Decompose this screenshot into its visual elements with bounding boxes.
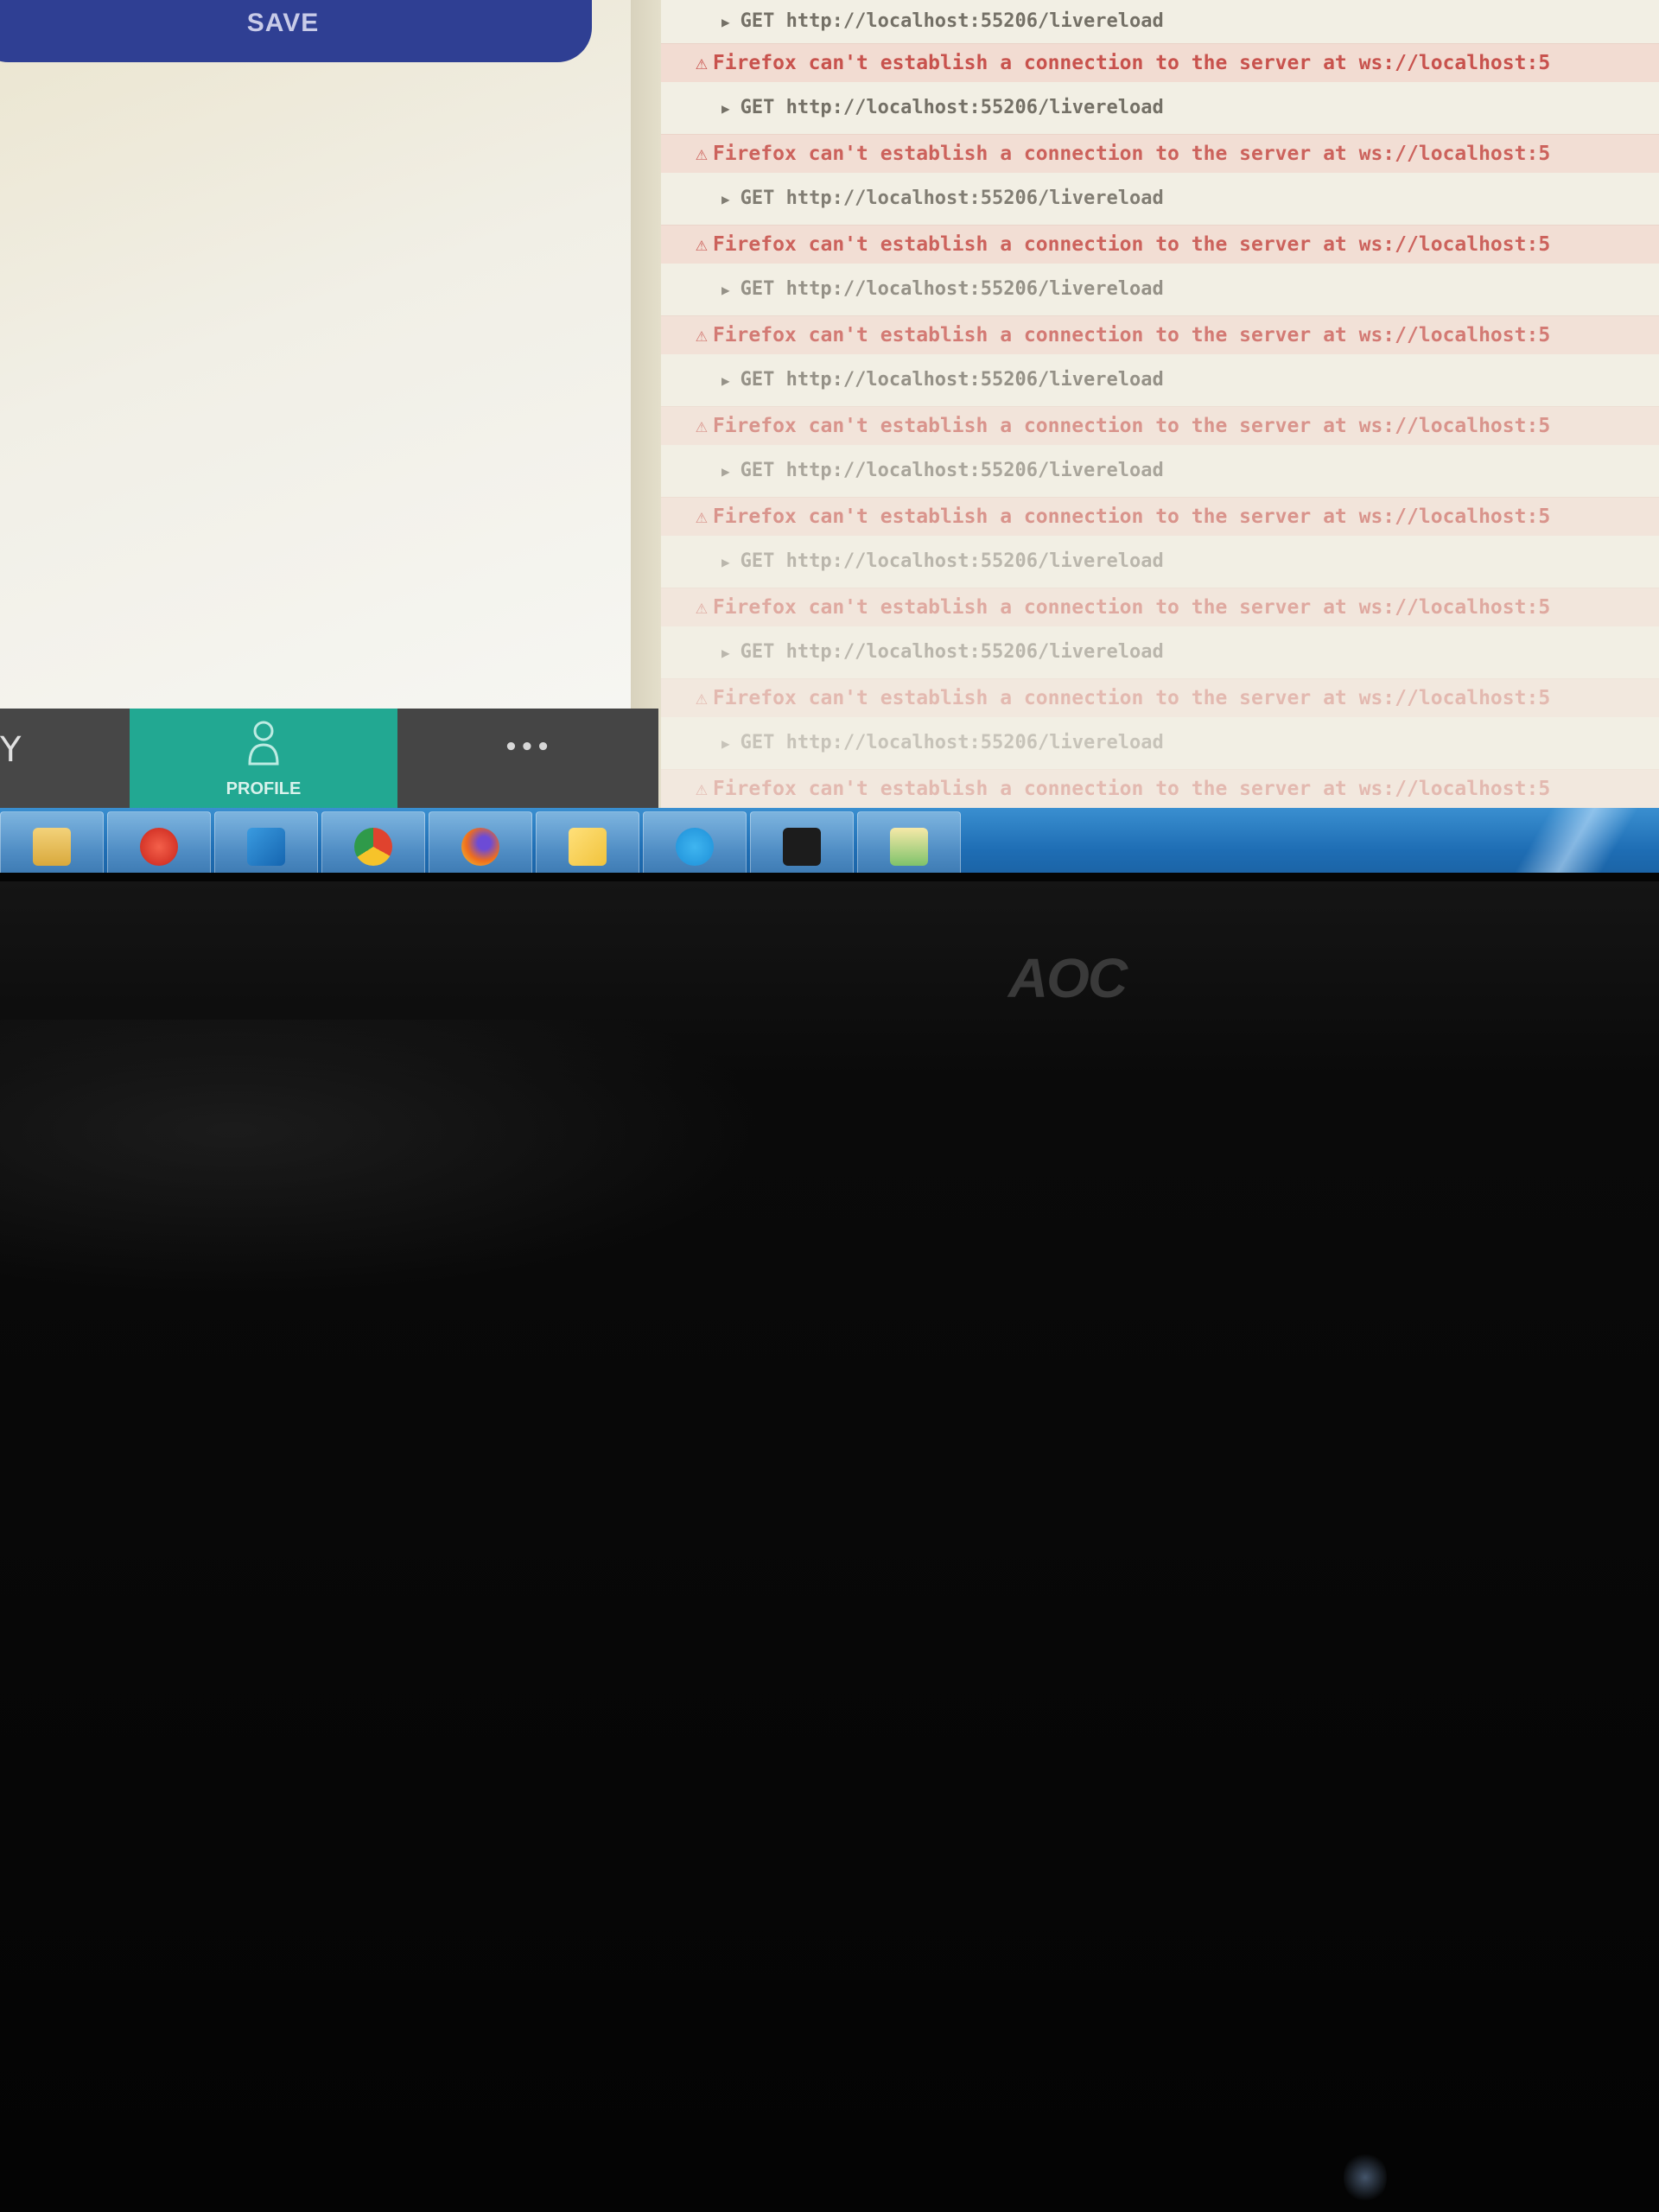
console-error-text: Firefox can't establish a connection to … [712,778,1551,800]
pane-divider[interactable] [631,0,661,812]
expand-caret-icon[interactable]: ▶ [721,537,730,588]
console-error-text: Firefox can't establish a connection to … [712,415,1551,437]
console-request-row[interactable]: ▶ GET http://localhost:55206/livereload [661,626,1659,678]
browser-console: ▶ GET http://localhost:55206/livereload ⚠ F… [661,0,1659,817]
firefox-icon [461,828,499,866]
console-request-row[interactable]: ▶ GET http://localhost:55206/livereload [661,264,1659,315]
console-error-text: Firefox can't establish a connection to … [712,687,1551,709]
console-error-row[interactable]: ⚠ Firefox can't establish a connection to… [661,406,1659,445]
photos-icon [890,828,928,866]
console-request-text: GET http://localhost:55206/livereload [740,369,1164,391]
taskbar-button-skype[interactable] [643,811,747,873]
console-error-row[interactable]: ⚠ Firefox can't establish a connection to… [661,315,1659,354]
taskbar-glare [1486,808,1659,873]
error-icon: ⚠ [696,415,708,437]
taskbar-button-filezilla[interactable] [107,811,211,873]
expand-caret-icon[interactable]: ▶ [721,355,730,407]
console-request-text: GET http://localhost:55206/livereload [740,641,1164,663]
console-error-row[interactable]: ⚠ Firefox can't establish a connection to… [661,497,1659,536]
taskbar [0,808,1659,873]
console-request-row[interactable]: ▶ GET http://localhost:55206/livereload [661,0,1659,43]
console-request-row[interactable]: ▶ GET http://localhost:55206/livereload [661,82,1659,134]
expand-caret-icon[interactable]: ▶ [721,83,730,135]
console-error-row[interactable]: ⚠ Firefox can't establish a connection to… [661,43,1659,82]
nav-profile-label: PROFILE [226,779,302,798]
folder-icon [33,828,71,866]
taskbar-button-chrome[interactable] [321,811,425,873]
console-request-row[interactable]: ▶ GET http://localhost:55206/livereload [661,717,1659,769]
expand-caret-icon[interactable]: ▶ [721,627,730,679]
nav-item-partial[interactable]: Y [0,709,130,810]
taskbar-button-photos[interactable] [857,811,961,873]
console-error-row[interactable]: ⚠ Firefox can't establish a connection to… [661,134,1659,173]
nav-item-profile[interactable]: PROFILE [130,709,397,810]
console-request-text: GET http://localhost:55206/livereload [740,550,1164,572]
console-error-text: Firefox can't establish a connection to … [712,52,1551,74]
person-icon [248,721,279,766]
skype-icon [676,828,714,866]
console-request-text: GET http://localhost:55206/livereload [740,97,1164,118]
nav-item-more[interactable]: ••• [397,709,658,810]
vscode-icon [247,828,285,866]
expand-caret-icon[interactable]: ▶ [721,1,730,44]
brand-logo: AOC [1007,947,1128,1009]
error-icon: ⚠ [696,505,708,528]
expand-caret-icon[interactable]: ▶ [721,718,730,770]
error-icon: ⚠ [696,687,708,709]
console-request-text: GET http://localhost:55206/livereload [740,278,1164,300]
console-error-row[interactable]: ⚠ Firefox can't establish a connection to… [661,769,1659,808]
console-error-text: Firefox can't establish a connection to … [712,233,1551,256]
console-error-text: Firefox can't establish a connection to … [712,505,1551,528]
console-request-text: GET http://localhost:55206/livereload [740,10,1164,32]
save-button[interactable]: SAVE [0,0,592,62]
monitor-screen: SAVE Y PROFILE ••• ▶ GET http://localhost… [0,0,1659,873]
more-icon: ••• [504,734,552,760]
taskbar-button-firefox[interactable] [429,811,532,873]
error-icon: ⚠ [696,596,708,619]
expand-caret-icon[interactable]: ▶ [721,174,730,226]
console-error-text: Firefox can't establish a connection to … [712,596,1551,619]
console-log: ▶ GET http://localhost:55206/livereload ⚠ F… [661,0,1659,808]
console-request-text: GET http://localhost:55206/livereload [740,732,1164,753]
nav-partial-label: Y [0,730,22,770]
bottom-nav: Y PROFILE ••• [0,709,658,810]
filezilla-icon [140,828,178,866]
error-icon: ⚠ [696,52,708,74]
console-request-text: GET http://localhost:55206/livereload [740,460,1164,481]
expand-caret-icon[interactable]: ▶ [721,264,730,316]
terminal-icon [783,828,821,866]
bezel-reflection [0,1020,778,1296]
power-indicator-light [1344,2152,1387,2203]
error-icon: ⚠ [696,143,708,165]
console-request-row[interactable]: ▶ GET http://localhost:55206/livereload [661,445,1659,497]
taskbar-button-folder[interactable] [0,811,104,873]
taskbar-button-sticky-notes[interactable] [536,811,639,873]
taskbar-button-vscode[interactable] [214,811,318,873]
error-icon: ⚠ [696,233,708,256]
console-request-text: GET http://localhost:55206/livereload [740,188,1164,209]
chrome-icon [354,828,392,866]
expand-caret-icon[interactable]: ▶ [721,446,730,498]
app-content-pane: SAVE [0,0,631,713]
console-error-row[interactable]: ⚠ Firefox can't establish a connection to… [661,588,1659,626]
console-error-text: Firefox can't establish a connection to … [712,324,1551,346]
taskbar-button-terminal[interactable] [750,811,854,873]
console-error-text: Firefox can't establish a connection to … [712,143,1551,165]
console-request-row[interactable]: ▶ GET http://localhost:55206/livereload [661,173,1659,225]
console-request-row[interactable]: ▶ GET http://localhost:55206/livereload [661,354,1659,406]
sticky-notes-icon [569,828,607,866]
error-icon: ⚠ [696,324,708,346]
error-icon: ⚠ [696,778,708,800]
console-request-row[interactable]: ▶ GET http://localhost:55206/livereload [661,536,1659,588]
console-error-row[interactable]: ⚠ Firefox can't establish a connection to… [661,678,1659,717]
console-error-row[interactable]: ⚠ Firefox can't establish a connection to… [661,225,1659,264]
